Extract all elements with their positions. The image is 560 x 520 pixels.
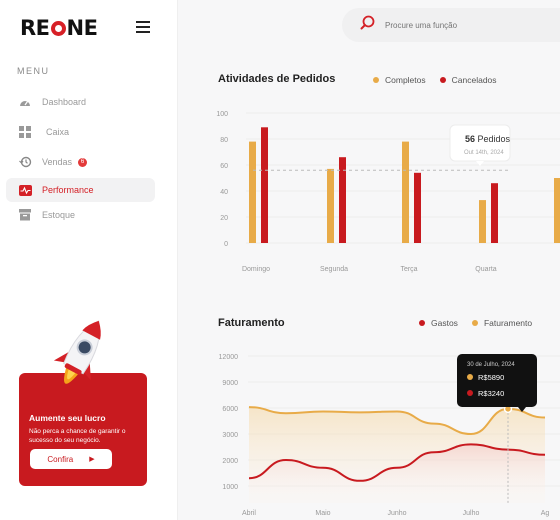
sidebar: RE NE MENU Dashboard Caixa Vendas 6 Perfo…: [0, 0, 178, 520]
tooltip-dot-gastos: [467, 390, 473, 396]
tooltip-faturamento: R$5890: [478, 373, 504, 382]
bar-cancelados: [261, 127, 268, 243]
history-icon: [18, 155, 32, 169]
x-tick-label: Quarta: [475, 266, 497, 273]
brand-name-right: NE: [66, 16, 98, 40]
sidebar-item-caixa[interactable]: Caixa: [6, 120, 155, 144]
bar-completos: [479, 200, 486, 243]
legend-dot: [439, 77, 446, 83]
sidebar-item-dashboard[interactable]: Dashboard: [6, 90, 155, 114]
sidebar-item-estoque[interactable]: Estoque: [6, 203, 155, 227]
legend-faturamento: Faturamento: [483, 318, 533, 328]
search-bar[interactable]: [342, 8, 560, 42]
x-tick-label: Abril: [242, 510, 256, 517]
orders-title: Atividades de Pedidos: [218, 73, 336, 85]
y-tick-label: 20: [220, 215, 228, 222]
brand-logo[interactable]: RE NE: [20, 16, 98, 40]
revenue-tooltip: 30 de Julho, 2024 R$5890 R$3240: [457, 354, 537, 412]
x-tick-label: Ag: [541, 510, 550, 517]
x-tick-label: Domingo: [242, 266, 270, 273]
y-tick-label: 40: [220, 189, 228, 196]
bar-cancelados: [414, 172, 421, 243]
y-tick-label: 9000: [222, 380, 238, 387]
y-tick-label: 2000: [222, 458, 238, 465]
promo-text: Não perca a chance de garantir o sucesso…: [29, 428, 126, 444]
revenue-title: Faturamento: [218, 317, 285, 329]
tooltip-value-unit: Pedidos: [475, 134, 511, 144]
tooltip-gastos: R$3240: [478, 389, 504, 398]
archive-icon: [18, 208, 32, 222]
legend-dot: [471, 320, 478, 326]
sidebar-item-label: Dashboard: [42, 97, 87, 107]
promo-title: Aumente seu lucro: [29, 413, 106, 423]
promo-button-label: Confira: [47, 454, 74, 464]
legend-completos: Completos: [385, 75, 426, 85]
sidebar-item-label: Caixa: [46, 127, 70, 137]
vendas-badge: 6: [78, 157, 88, 167]
legend-dot: [419, 320, 425, 326]
orders-chart: 0 20 40 60 80 100 Domingo Segunda Terça Quarta 56 …: [216, 111, 560, 273]
search-input[interactable]: [385, 20, 535, 30]
x-tick-label: Segunda: [320, 266, 348, 273]
revenue-chart: 12000 9000 6000 3000 2000 1000 Abril Maio Junho J…: [219, 354, 560, 517]
legend-dot: [373, 77, 379, 83]
sidebar-item-vendas[interactable]: Vendas 6: [6, 150, 155, 174]
menu-toggle-icon[interactable]: [136, 21, 150, 36]
sidebar-item-label: Estoque: [42, 210, 76, 220]
play-icon: ▶: [89, 456, 95, 463]
bar-completos-next: [554, 178, 560, 243]
y-tick-label: 3000: [222, 432, 238, 439]
bar-completos: [402, 141, 409, 243]
sidebar-item-performance[interactable]: Performance: [6, 178, 155, 202]
bar-completos: [249, 141, 256, 243]
sidebar-item-label: Vendas: [42, 157, 73, 167]
brand-name-left: RE: [20, 16, 50, 40]
tooltip-value: 56 Pedidos: [465, 134, 511, 144]
tooltip-dot-faturamento: [467, 374, 473, 380]
gauge-icon: [18, 95, 32, 109]
pulse-icon: [18, 183, 32, 197]
orders-legend: Completos Cancelados: [373, 75, 511, 85]
bar-cancelados: [491, 183, 498, 243]
revenue-legend: Gastos Faturamento: [419, 318, 546, 328]
x-tick-label: Julho: [463, 510, 480, 517]
y-tick-label: 6000: [222, 406, 238, 413]
promo-button[interactable]: Confira ▶: [30, 449, 112, 469]
x-tick-label: Junho: [387, 510, 406, 517]
sidebar-item-label: Performance: [42, 185, 94, 195]
menu-title: MENU: [17, 66, 50, 76]
y-tick-label: 12000: [219, 354, 239, 361]
rocket-icon: [53, 320, 101, 384]
search-icon: [360, 15, 375, 35]
orders-tooltip: 56 Pedidos Out 14th, 2024: [449, 124, 511, 166]
x-tick-label: Terça: [400, 266, 417, 273]
grid-icon: [18, 125, 32, 139]
y-tick-label: 80: [220, 137, 228, 144]
bar-completos: [327, 168, 334, 243]
tooltip-date: 30 de Julho, 2024: [467, 362, 515, 368]
y-tick-label: 1000: [222, 484, 238, 491]
y-tick-label: 100: [216, 111, 228, 118]
tooltip-value-number: 56: [465, 134, 475, 144]
legend-cancelados: Cancelados: [451, 75, 497, 85]
logo-mark-icon: [50, 21, 66, 36]
tooltip-date: Out 14th, 2024: [464, 150, 504, 156]
y-tick-label: 0: [224, 241, 228, 248]
legend-gastos: Gastos: [431, 318, 458, 328]
x-tick-label: Maio: [315, 510, 330, 517]
y-tick-label: 60: [220, 163, 228, 170]
